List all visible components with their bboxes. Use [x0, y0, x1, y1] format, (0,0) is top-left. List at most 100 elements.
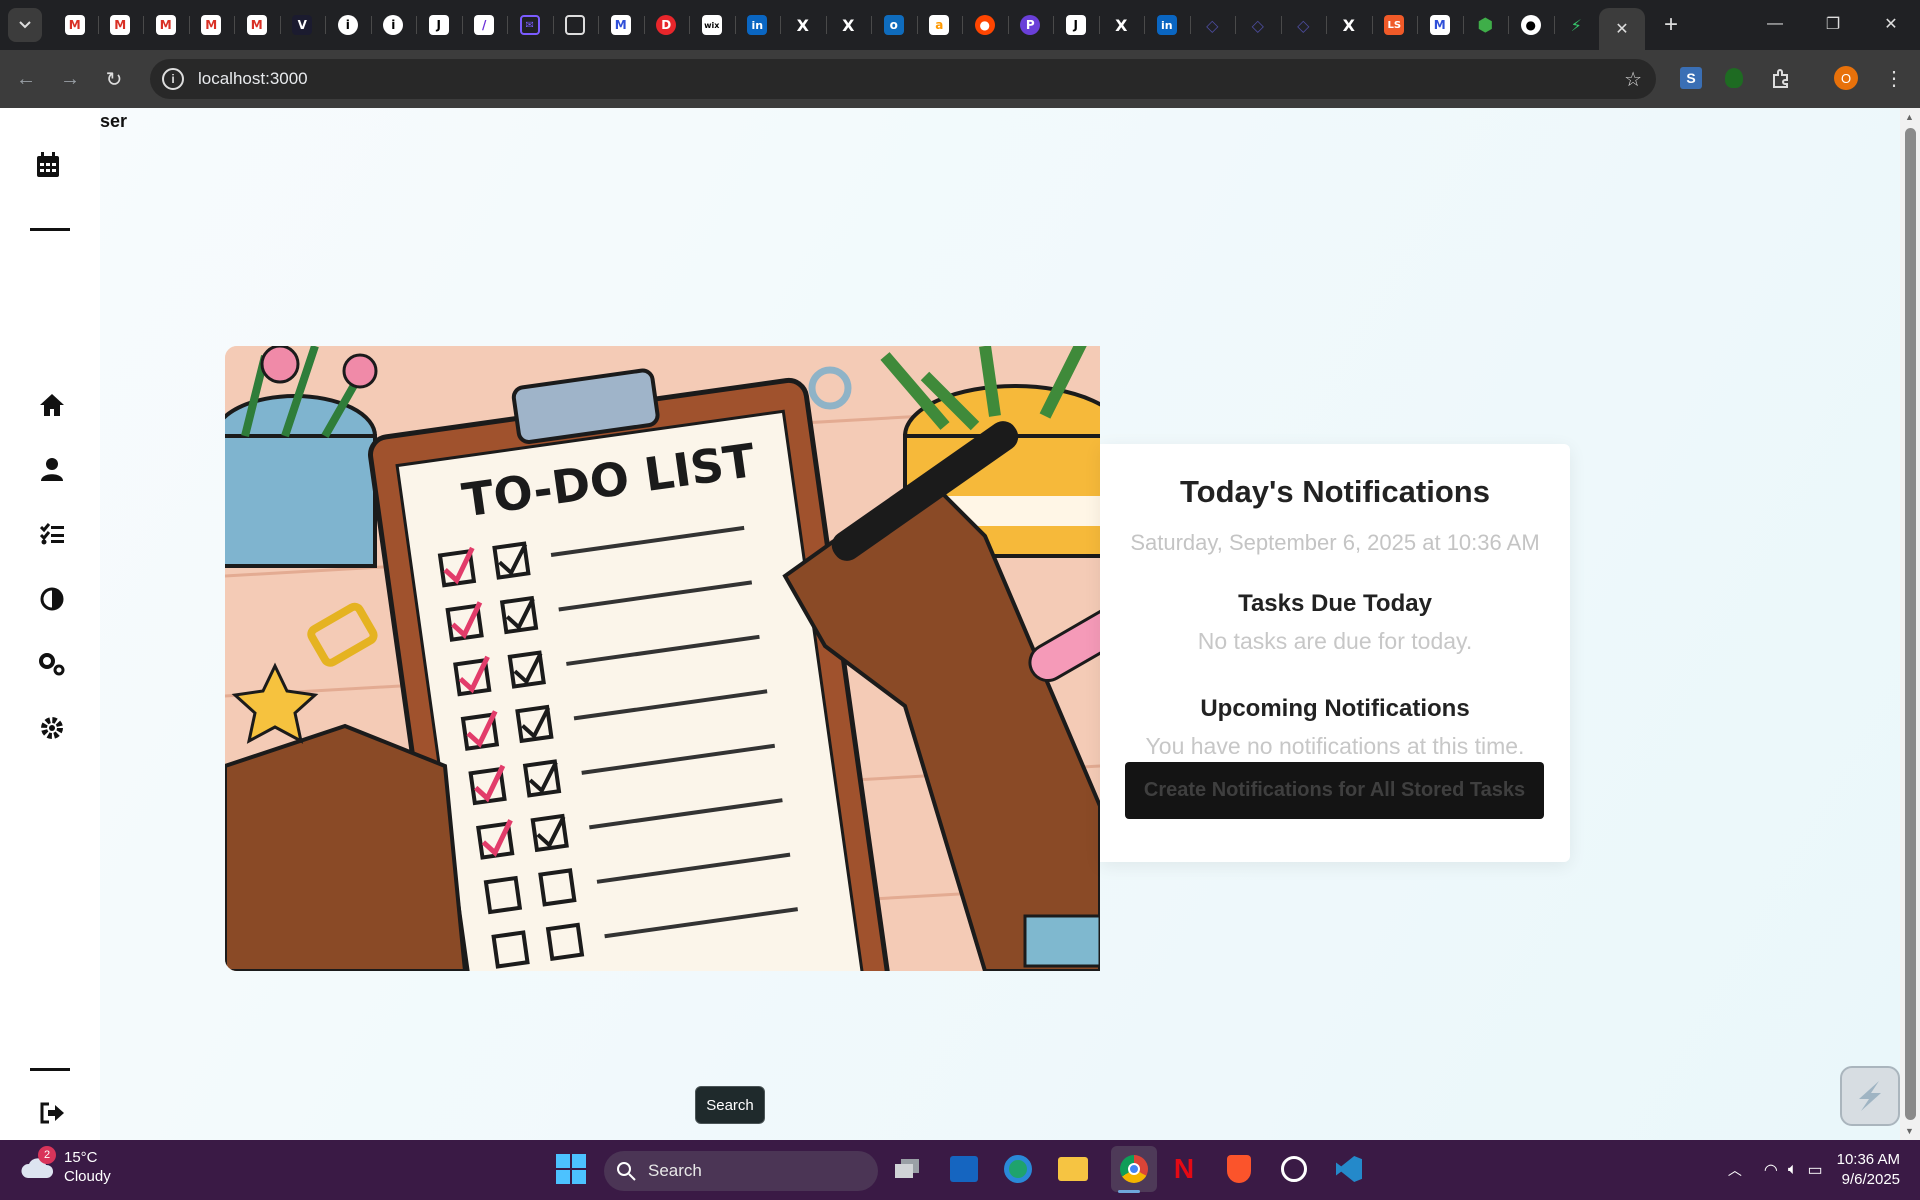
mail-icon: ✉	[519, 15, 540, 35]
pinned-tab-gmail[interactable]: M	[143, 0, 189, 50]
pinned-tab-wix[interactable]: wix	[689, 0, 735, 50]
pinned-tab-v[interactable]: V	[279, 0, 326, 50]
scroll-up-icon[interactable]: ▲	[1905, 112, 1915, 122]
minimize-icon[interactable]: —	[1746, 0, 1804, 48]
brave-icon[interactable]	[1222, 1152, 1256, 1186]
pinned-tab-gmail[interactable]: M	[52, 0, 98, 50]
bookmark-star-icon[interactable]: ☆	[1624, 67, 1642, 92]
pinned-tab-diamond[interactable]: ◇	[1189, 0, 1236, 50]
floating-bolt-widget[interactable]	[1840, 1066, 1900, 1126]
pinned-tab-linkedin[interactable]: in	[734, 0, 781, 50]
pinned-tab-hexagon[interactable]: ⬢	[1462, 0, 1509, 50]
pinned-tab-outlook[interactable]: o	[871, 0, 917, 50]
create-notifications-button[interactable]: Create Notifications for All Stored Task…	[1125, 762, 1544, 819]
browser-menu-icon[interactable]: ⋮	[1880, 64, 1908, 92]
pinned-tab-gmail[interactable]: M	[188, 0, 235, 50]
extensions-puzzle-icon[interactable]	[1767, 64, 1795, 92]
user-icon[interactable]	[37, 454, 67, 484]
upcoming-notifications-heading: Upcoming Notifications	[1200, 695, 1470, 722]
extension-leaf-icon[interactable]	[1720, 64, 1748, 92]
amazon-icon: a	[929, 15, 950, 35]
vscode-icon[interactable]	[1332, 1152, 1366, 1186]
pinned-tab-square[interactable]	[552, 0, 599, 50]
page-scrollbar[interactable]: ▲ ▼	[1900, 108, 1920, 1140]
pinned-tab-info[interactable]: i	[370, 0, 417, 50]
pinned-tab-m[interactable]: M	[598, 0, 644, 50]
pinned-tab-diamond[interactable]: ◇	[1280, 0, 1327, 50]
pinned-tab-x[interactable]: X	[1098, 0, 1145, 50]
linkedin-icon: in	[747, 15, 768, 35]
pinned-tab-bolt[interactable]: ⚡	[1553, 0, 1600, 50]
logout-icon[interactable]	[37, 1098, 67, 1128]
pinned-tab-linkedin[interactable]: in	[1144, 0, 1190, 50]
reload-button[interactable]: ↻	[96, 61, 132, 97]
scroll-down-icon[interactable]: ▼	[1905, 1126, 1915, 1136]
tab-search-button[interactable]	[8, 8, 42, 42]
taskbar-search[interactable]: Search	[604, 1151, 878, 1191]
task-view-icon[interactable]	[890, 1152, 924, 1186]
notifications-card: Today's Notifications Saturday, Septembe…	[1100, 444, 1570, 862]
edge-icon[interactable]	[1001, 1152, 1035, 1186]
tray-chevron-up-icon[interactable]: ︿	[1728, 1160, 1742, 1180]
pinned-tab-m[interactable]: M	[1417, 0, 1463, 50]
tasks-icon[interactable]	[37, 519, 67, 549]
home-icon[interactable]	[37, 390, 67, 420]
cogs-icon[interactable]	[37, 649, 67, 679]
extension-s-icon[interactable]: S	[1677, 64, 1705, 92]
volume-icon[interactable]: 🔈︎	[1788, 1161, 1798, 1179]
pinned-tab-gmail[interactable]: M	[234, 0, 280, 50]
profile-avatar[interactable]: O	[1832, 64, 1860, 92]
weather-temperature: 15°C	[64, 1149, 98, 1166]
netflix-icon[interactable]: N	[1167, 1152, 1201, 1186]
wifi-icon[interactable]: ◠	[1764, 1160, 1778, 1180]
card-title: Today's Notifications	[1180, 474, 1490, 509]
m-icon: M	[610, 15, 631, 35]
sidebar-divider	[30, 1068, 70, 1071]
reload-icon: ↻	[105, 68, 123, 91]
pinned-tab-github[interactable]: ●	[1508, 0, 1554, 50]
weather-badge: 2	[38, 1146, 56, 1164]
close-tab-icon[interactable]: ✕	[1615, 19, 1628, 39]
file-explorer-icon[interactable]	[1056, 1152, 1090, 1186]
site-info-icon[interactable]: i	[162, 68, 184, 90]
theme-toggle-icon[interactable]	[37, 584, 67, 614]
pinned-tab-p[interactable]: P	[1007, 0, 1054, 50]
pinned-tab-j[interactable]: J	[1053, 0, 1099, 50]
window-controls: — ❐ ✕	[1746, 0, 1920, 48]
chrome-icon[interactable]	[1111, 1146, 1157, 1192]
new-tab-button[interactable]: +	[1651, 5, 1691, 45]
weather-widget[interactable]: 2 15°C Cloudy	[20, 1146, 111, 1186]
settings-icon[interactable]	[37, 713, 67, 743]
diamond-icon: ◇	[1206, 15, 1219, 35]
battery-icon[interactable]: ▭	[1807, 1160, 1822, 1180]
pinned-tab-gmail[interactable]: M	[97, 0, 144, 50]
pinned-tab-info[interactable]: i	[325, 0, 371, 50]
restore-icon[interactable]: ❐	[1804, 0, 1862, 48]
calendar-icon[interactable]	[33, 150, 63, 180]
address-url[interactable]: localhost:3000	[198, 69, 308, 89]
pinned-tab-diamond[interactable]: ◇	[1235, 0, 1281, 50]
pinned-tab-slash[interactable]: /	[461, 0, 508, 50]
chatgpt-icon[interactable]	[1277, 1152, 1311, 1186]
active-tab[interactable]: ✕	[1599, 8, 1645, 50]
windows-start-icon[interactable]	[554, 1152, 588, 1186]
scrollbar-thumb[interactable]	[1905, 128, 1916, 1120]
app-icon-blue[interactable]	[947, 1152, 981, 1186]
address-bar[interactable]: i localhost:3000 ☆	[150, 59, 1656, 99]
pinned-tab-x[interactable]: X	[825, 0, 872, 50]
pinned-tab-j[interactable]: J	[416, 0, 462, 50]
close-window-icon[interactable]: ✕	[1862, 0, 1920, 48]
clock[interactable]: 10:36 AM 9/6/2025	[1837, 1150, 1900, 1190]
forward-button[interactable]: →	[52, 61, 88, 97]
pinned-tab-d[interactable]: D	[643, 0, 690, 50]
profile-initial: O	[1834, 66, 1858, 90]
pinned-tab-x[interactable]: X	[780, 0, 826, 50]
pinned-tab-x[interactable]: X	[1326, 0, 1372, 50]
pinned-tab-amazon[interactable]: a	[916, 0, 963, 50]
info-icon: i	[337, 15, 358, 35]
pinned-tab-reddit[interactable]: ●	[962, 0, 1008, 50]
back-button[interactable]: ←	[8, 61, 44, 97]
pinned-tab-ls[interactable]: LS	[1371, 0, 1418, 50]
bolt-icon	[1859, 1081, 1881, 1111]
pinned-tab-mail[interactable]: ✉	[507, 0, 553, 50]
